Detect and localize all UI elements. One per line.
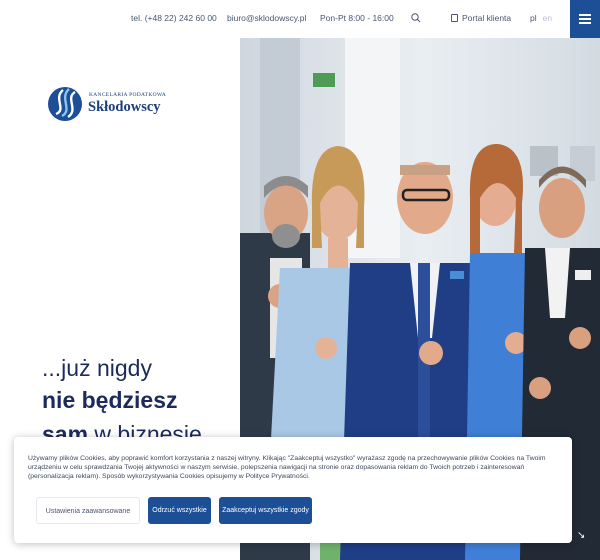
email-link[interactable]: biuro@sklodowscy.pl — [227, 13, 306, 23]
menu-button[interactable] — [570, 0, 600, 38]
logo-mark-icon — [48, 87, 82, 121]
reject-all-button[interactable]: Odrzuć wszystkie — [148, 497, 211, 524]
hero-line-2: nie będziesz — [42, 387, 178, 413]
logo-name: Skłodowscy — [88, 99, 161, 115]
cookie-text: Używamy plików Cookies, aby poprawić kom… — [28, 455, 546, 480]
cookie-banner: Używamy plików Cookies, aby poprawić kom… — [14, 437, 572, 543]
hamburger-icon — [579, 14, 591, 16]
search-icon[interactable] — [410, 12, 422, 24]
advanced-settings-button[interactable]: Ustawienia zaawansowane — [36, 497, 140, 524]
client-portal-label: Portal klienta — [462, 13, 512, 23]
lang-pl[interactable]: pl — [530, 13, 537, 23]
arrow-down-icon[interactable]: ↘ — [577, 530, 585, 541]
hero-line-1: ...już nigdy — [42, 355, 152, 381]
client-portal-link[interactable]: Portal klienta — [451, 13, 511, 23]
accept-all-button[interactable]: Zaakceptuj wszystkie zgody — [219, 497, 312, 524]
top-bar: tel. (+48 22) 242 60 00 biuro@sklodowscy… — [0, 0, 600, 38]
opening-hours: Pon-Pt 8:00 - 16:00 — [320, 13, 394, 23]
logo-subtitle: KANCELARIA PODATKOWA — [89, 92, 167, 98]
language-switcher[interactable]: pl en — [530, 13, 552, 23]
user-icon — [451, 14, 458, 22]
lang-en[interactable]: en — [543, 13, 552, 23]
phone-link[interactable]: tel. (+48 22) 242 60 00 — [131, 13, 217, 23]
